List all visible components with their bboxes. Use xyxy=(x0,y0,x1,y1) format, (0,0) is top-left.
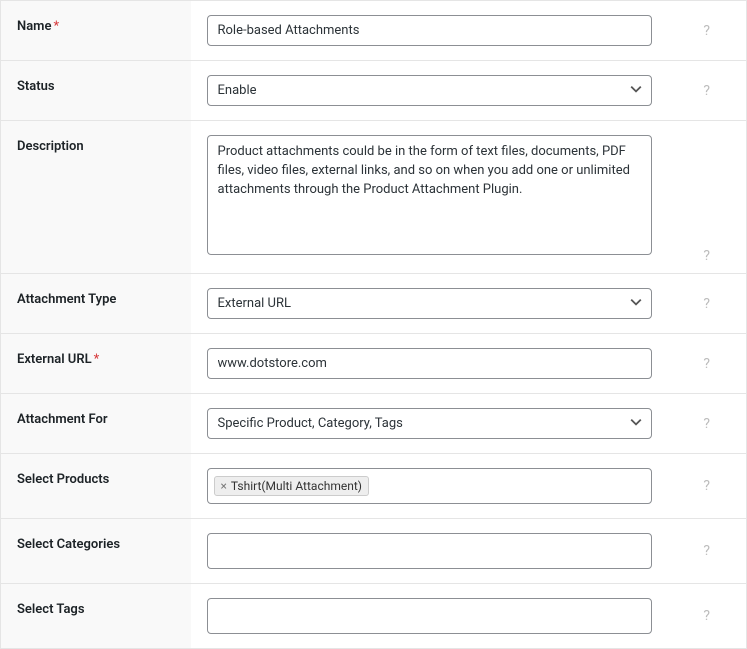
required-marker: * xyxy=(53,19,59,34)
tag-label: Tshirt(Multi Attachment) xyxy=(231,479,362,493)
select-categories-label: Select Categories xyxy=(1,519,191,584)
description-label: Description xyxy=(1,121,191,274)
help-icon[interactable]: ? xyxy=(703,544,710,558)
attachment-for-label: Attachment For xyxy=(1,394,191,454)
help-icon[interactable]: ? xyxy=(703,417,710,431)
required-marker: * xyxy=(94,352,100,367)
select-products-input[interactable]: × Tshirt(Multi Attachment) xyxy=(207,468,652,504)
help-icon[interactable]: ? xyxy=(703,249,710,263)
select-tags-input[interactable] xyxy=(207,598,652,634)
select-categories-input[interactable] xyxy=(207,533,652,569)
help-icon[interactable]: ? xyxy=(703,297,710,311)
status-label: Status xyxy=(1,61,191,121)
name-label: Name* xyxy=(1,1,191,61)
attachment-for-select[interactable]: Specific Product, Category, Tags xyxy=(207,408,652,439)
select-products-label: Select Products xyxy=(1,454,191,519)
help-icon[interactable]: ? xyxy=(703,357,710,371)
tag: × Tshirt(Multi Attachment) xyxy=(214,476,369,496)
external-url-input[interactable] xyxy=(207,348,652,379)
attachment-type-label: Attachment Type xyxy=(1,274,191,334)
external-url-label: External URL* xyxy=(1,334,191,394)
help-icon[interactable]: ? xyxy=(703,24,710,38)
select-tags-label: Select Tags xyxy=(1,584,191,649)
help-icon[interactable]: ? xyxy=(703,609,710,623)
help-icon[interactable]: ? xyxy=(703,479,710,493)
status-select[interactable]: Enable xyxy=(207,75,652,106)
name-input[interactable] xyxy=(207,15,652,46)
attachment-type-select[interactable]: External URL xyxy=(207,288,652,319)
remove-tag-icon[interactable]: × xyxy=(221,480,227,492)
description-textarea[interactable]: Product attachments could be in the form… xyxy=(207,135,652,255)
help-icon[interactable]: ? xyxy=(703,84,710,98)
settings-form: Name* ? Status Enable ? Description P xyxy=(0,0,747,649)
